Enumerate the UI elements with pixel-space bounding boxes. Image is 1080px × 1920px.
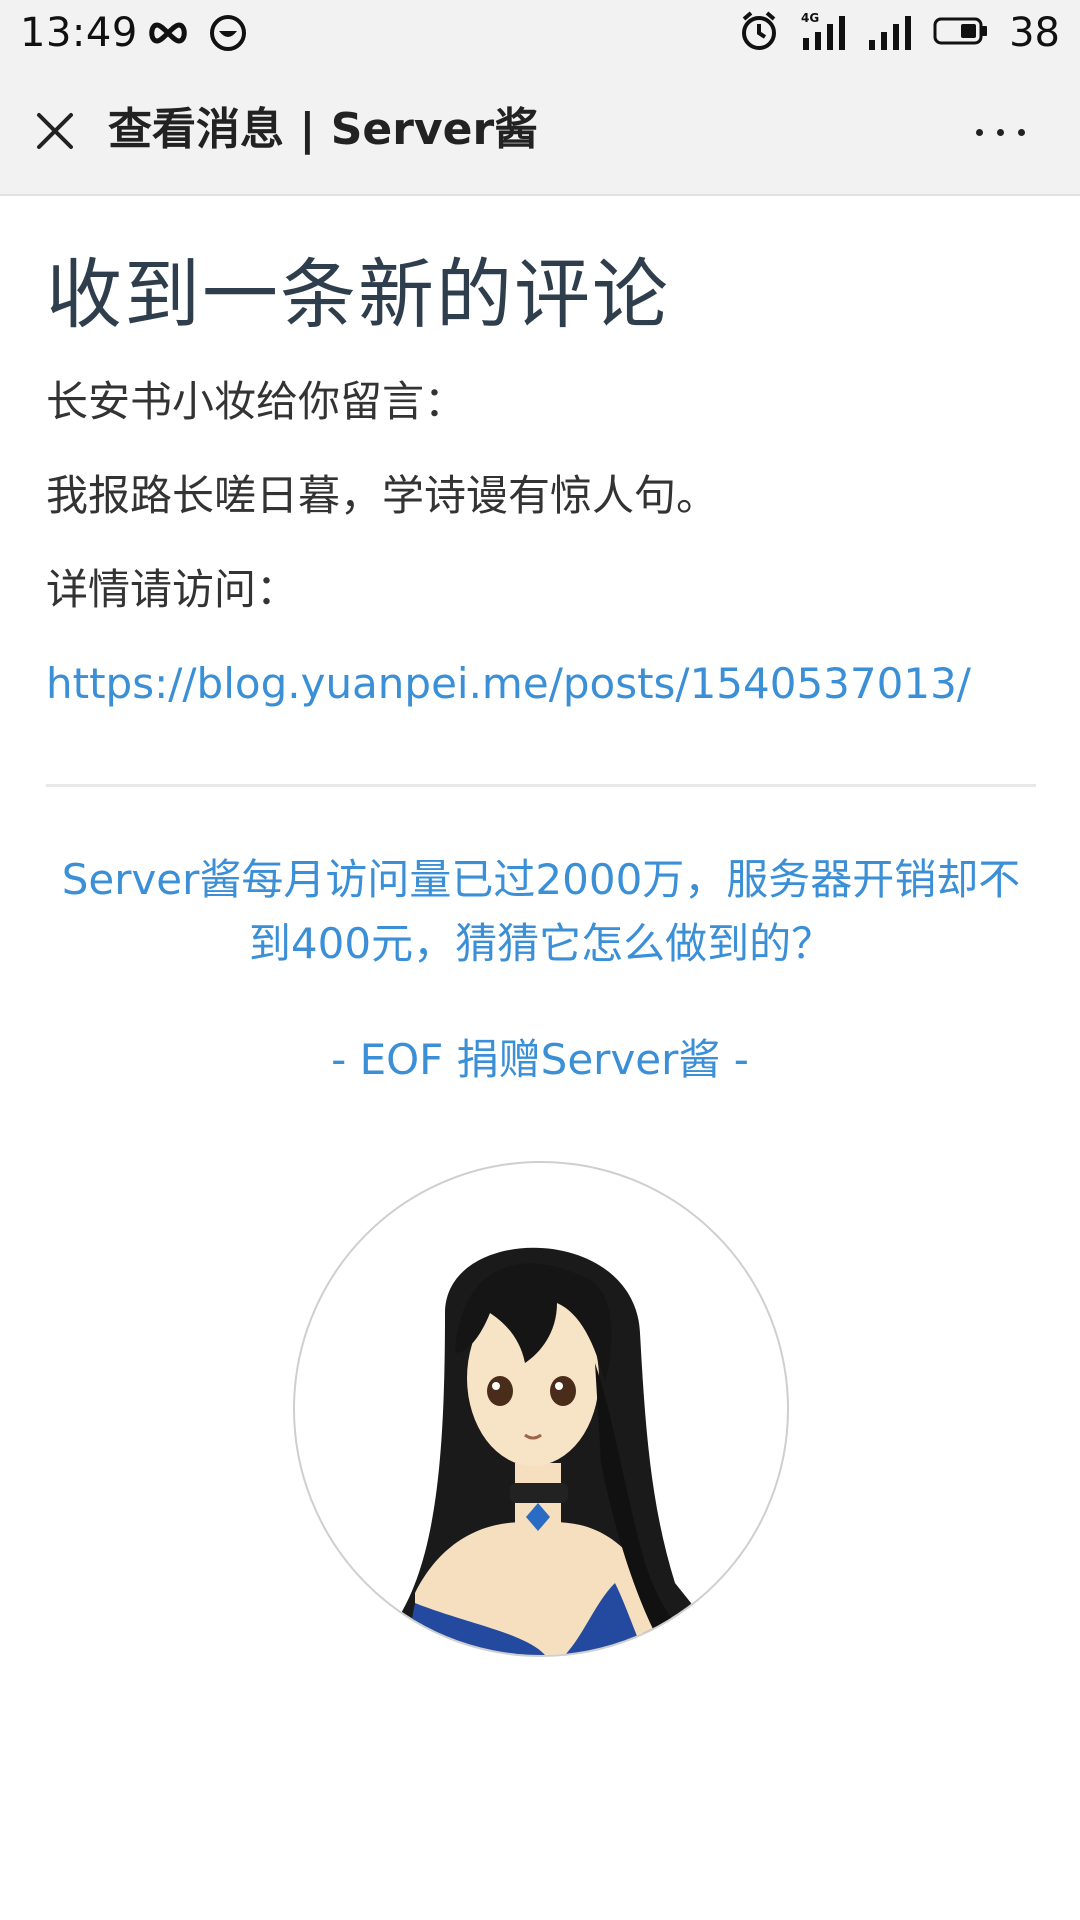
message-details-label: 详情请访问： [46,565,299,614]
close-button[interactable] [22,98,88,164]
message-heading: 收到一条新的评论 [46,250,670,339]
status-right-icons: 4G 38 [739,10,1060,56]
donate-link[interactable]: - EOF 捐赠Server酱 - [0,1032,1080,1088]
divider [46,784,1036,787]
battery-level: 38 [1009,10,1060,56]
message-content: 收到一条新的评论 长安书小妆给你留言： 我报路长嗟日暮，学诗谩有惊人句。 详情请… [0,196,1080,1920]
more-icon-dot [1017,128,1025,136]
more-icon-dot [996,128,1004,136]
battery-icon [933,16,989,50]
more-icon [975,128,983,136]
chat-bubble-icon [208,13,248,57]
close-icon [37,113,73,149]
more-button[interactable] [960,110,1040,154]
network-type-label: 4G [801,11,819,25]
app-bar: 查看消息 | Server酱 [0,66,1080,196]
message-sender-line: 长安书小妆给你留言： [46,377,467,426]
promo-link[interactable]: Server酱每月访问量已过2000万，服务器开销却不到400元，猜猜它怎么做到… [46,848,1036,976]
status-bar: 13:49 4G 38 [0,0,1080,66]
avatar [293,1161,789,1657]
anime-girl-avatar-image [395,1247,715,1655]
status-left-icons [146,13,248,57]
page-title: 查看消息 | Server酱 [108,104,539,155]
signal-icon [867,10,913,56]
message-body: 我报路长嗟日暮，学诗谩有惊人句。 [46,471,719,520]
signal-4g-icon: 4G [799,10,847,56]
infinity-icon [146,13,190,57]
status-time: 13:49 [20,10,138,56]
post-link[interactable]: https://blog.yuanpei.me/posts/1540537013… [46,656,971,712]
alarm-icon [739,10,779,56]
